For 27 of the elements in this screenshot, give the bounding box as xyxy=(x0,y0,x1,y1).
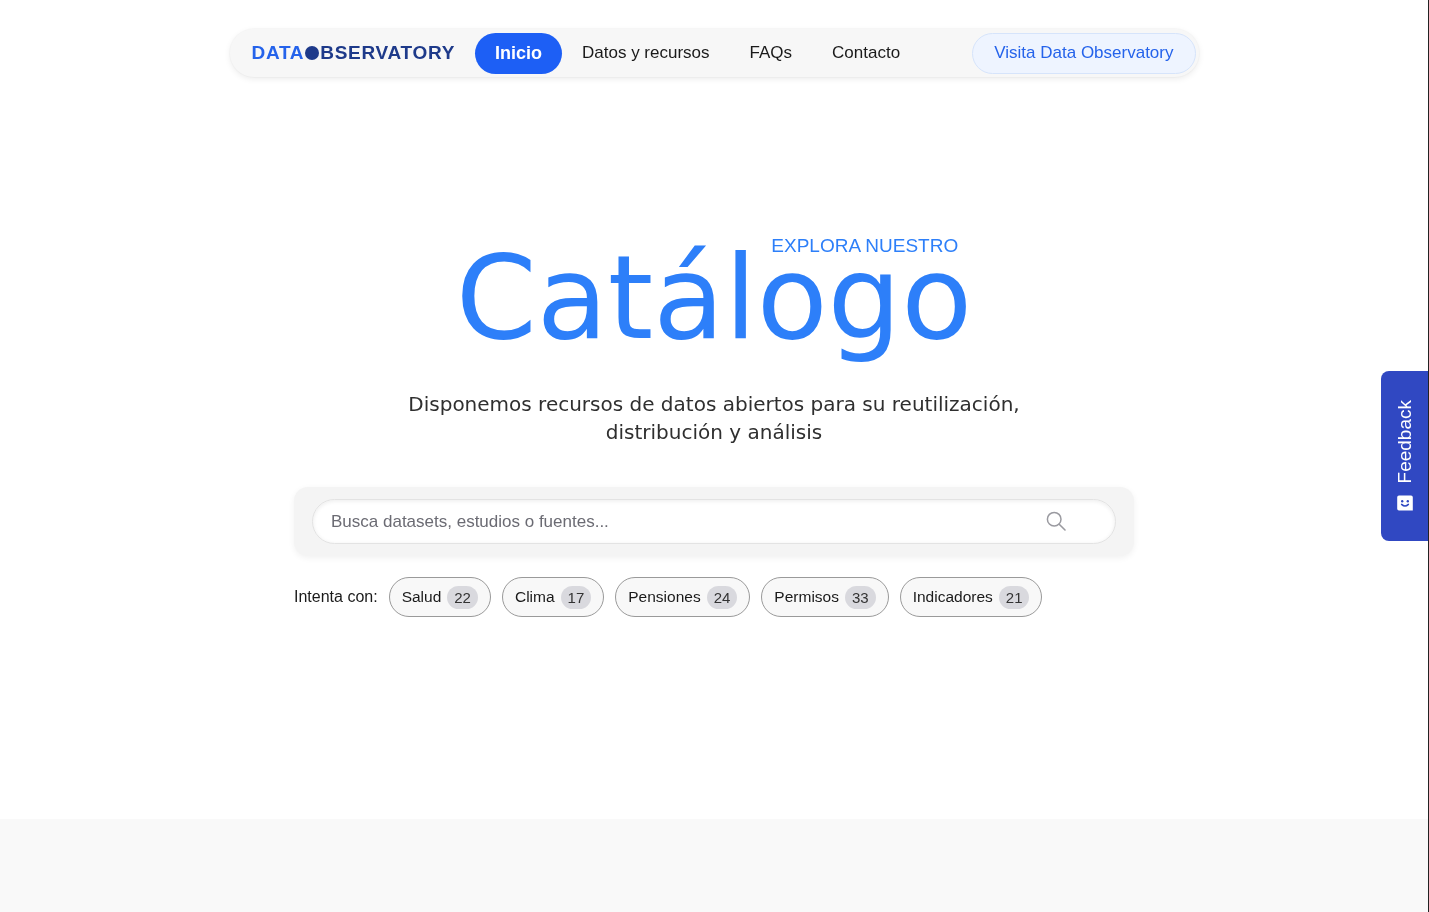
suggestion-chip[interactable]: Salud 22 xyxy=(388,577,491,617)
suggestion-chip[interactable]: Pensiones 24 xyxy=(615,577,751,617)
nav-link[interactable]: Contacto xyxy=(812,32,921,74)
search-icon[interactable] xyxy=(1046,511,1066,531)
chip-label: Permisos xyxy=(774,588,839,606)
nav-link[interactable]: FAQs xyxy=(729,32,813,74)
suggestions-label: Intenta con: xyxy=(294,588,378,606)
nav-link[interactable]: Inicio xyxy=(475,32,562,74)
subtitle-text: Disponemos recursos de datos abiertos para su reutilización, distribución y análisis xyxy=(407,391,1021,446)
chip-label: Clima xyxy=(514,588,555,606)
chip-label: Indicadores xyxy=(912,588,993,606)
search-field[interactable]: Busca datasets, estudios o fuentes... xyxy=(312,499,1116,544)
count-badge: 21 xyxy=(998,585,1030,609)
chip-label: Salud xyxy=(401,588,442,606)
logo[interactable]: DATA BSERVATORY xyxy=(251,42,455,64)
nav-link[interactable]: Datos y recursos xyxy=(562,32,730,74)
suggestion-chip[interactable]: Indicadores 21 xyxy=(899,577,1043,617)
count-badge: 22 xyxy=(447,585,478,609)
visit-site-button[interactable]: Visita Data Observatory xyxy=(972,32,1196,74)
count-badge: 33 xyxy=(844,585,876,609)
smiley-chat-icon xyxy=(1395,493,1414,512)
suggestion-chip[interactable]: Permisos 33 xyxy=(761,577,889,617)
chip-label: Pensiones xyxy=(628,588,701,606)
count-badge: 17 xyxy=(560,585,592,609)
feedback-tab[interactable]: Feedback xyxy=(1381,371,1428,541)
suggestion-chip[interactable]: Clima 17 xyxy=(501,577,605,617)
count-badge: 24 xyxy=(706,585,738,609)
